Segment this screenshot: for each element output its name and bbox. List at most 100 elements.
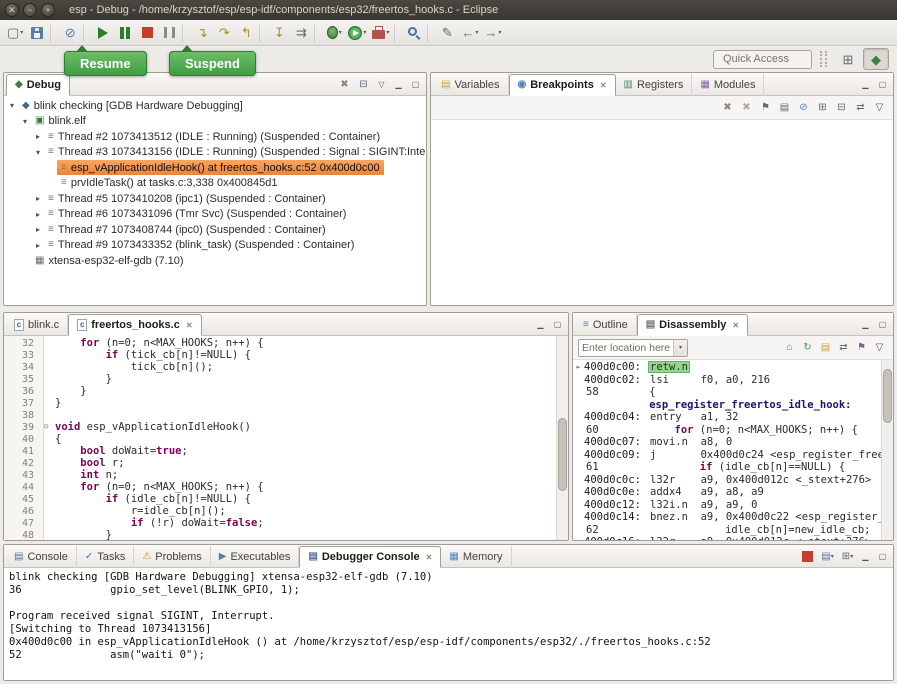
code-line[interactable]: 45 if (idle_cb[n]!=NULL) { [4, 493, 568, 505]
tree-expander-icon[interactable]: ▾ [6, 101, 18, 110]
back-button[interactable]: ← ▾ [458, 22, 481, 44]
disassembly-scrollbar-thumb[interactable] [883, 369, 892, 423]
close-button[interactable]: ✕ [5, 3, 19, 17]
dropdown-arrow-icon[interactable]: ▾ [20, 29, 23, 36]
minimize-panel-button[interactable]: ▁ [858, 549, 873, 564]
debug-tree-row[interactable]: ▾ ◆ blink checking [GDB Hardware Debuggi… [4, 98, 426, 114]
disassembly-row[interactable]: ► 400d0c00: retw.n [573, 361, 893, 374]
view-tab[interactable]: ✓ Tasks ✕ [77, 546, 135, 568]
step-into-button[interactable]: ↴ ▾ [191, 22, 213, 44]
debug-tree-row[interactable]: ▾ ▣ blink.elf [4, 114, 426, 130]
close-tab-icon[interactable]: ✕ [426, 553, 433, 562]
disassembly-row[interactable]: 400d0c07: movi.n a8, 0 [573, 436, 893, 449]
view-tab[interactable]: ▤ Disassembly ✕ [637, 314, 748, 336]
code-line[interactable]: 33 if (tick_cb[n]!=NULL) { [4, 349, 568, 361]
code-line[interactable]: 48 } [4, 529, 568, 540]
code-line[interactable]: 35 } [4, 373, 568, 385]
debug-button[interactable]: ▾ [323, 22, 345, 44]
show-source-button[interactable]: ▤ [817, 339, 834, 356]
maximize-panel-button[interactable]: ▢ [875, 317, 890, 332]
maximize-panel-button[interactable]: ▢ [875, 549, 890, 564]
close-tab-icon[interactable]: ✕ [600, 81, 607, 90]
tree-expander-icon[interactable]: ▸ [32, 132, 44, 141]
new-wizard-button[interactable]: ▢ ▾ [4, 22, 26, 44]
debug-tree-row[interactable]: ▾ ≡ Thread #3 1073413156 (IDLE : Running… [4, 145, 426, 161]
fold-open-icon[interactable]: ⊖ [40, 422, 52, 432]
console-output[interactable]: blink checking [GDB Hardware Debugging] … [4, 568, 893, 680]
disassembly-row[interactable]: 400d0c09: j 0x400d0c24 <esp_register_fre… [573, 449, 893, 462]
collapse-all-button[interactable]: ⊟ [355, 76, 372, 93]
view-tab[interactable]: ▦ Memory ✕ [441, 546, 511, 568]
external-tools-button[interactable]: ▾ [369, 22, 392, 44]
step-over-button[interactable]: ↷ ▾ [213, 22, 235, 44]
terminate-button[interactable]: ▾ [136, 22, 158, 44]
tree-expander-icon[interactable]: ▸ [32, 241, 44, 250]
tree-expander-icon[interactable]: ▾ [32, 148, 44, 157]
code-line[interactable]: 32 for (n=0; n<MAX_HOOKS; n++) { [4, 337, 568, 349]
disassembly-content[interactable]: ► 400d0c00: retw.n 400d0c02: lsi f0, a0,… [573, 360, 893, 540]
code-line[interactable]: 37 } [4, 397, 568, 409]
editor-scrollbar-thumb[interactable] [558, 418, 567, 491]
resume-button[interactable]: ▾ [92, 22, 114, 44]
dropdown-arrow-icon[interactable]: ▾ [386, 29, 389, 36]
perspective-bar-handle[interactable] [820, 51, 827, 67]
code-line[interactable]: 39 ⊖ void esp_vApplicationIdleHook() [4, 421, 568, 433]
code-line[interactable]: 40 { [4, 433, 568, 445]
drop-to-frame-button[interactable]: ↧ ▾ [268, 22, 290, 44]
instruction-stepping-button[interactable]: ⇉ ▾ [290, 22, 312, 44]
view-tab[interactable]: ◆ Debug ✕ [6, 74, 70, 96]
editor-scrollbar[interactable] [556, 336, 568, 540]
disassembly-row[interactable]: 400d0c04: entry a1, 32 [573, 411, 893, 424]
debug-tree-row[interactable]: ≡ esp_vApplicationIdleHook() at freertos… [4, 160, 426, 176]
display-selected-console-button[interactable]: ▤ ▾ [819, 548, 836, 565]
view-tab[interactable]: ▥ Registers ✕ [616, 74, 693, 96]
pin-button[interactable]: ⚑ [853, 339, 870, 356]
code-line[interactable]: 42 bool r; [4, 457, 568, 469]
view-tab[interactable]: ▤ Variables ✕ [433, 74, 509, 96]
maximize-panel-button[interactable]: ▢ [875, 77, 890, 92]
view-tab[interactable]: ⚠ Problems ✕ [134, 546, 210, 568]
debug-tree-row[interactable]: ▸ ≡ Thread #9 1073433352 (blink_task) (S… [4, 238, 426, 254]
disconnect-button[interactable]: ▾ [158, 22, 180, 44]
code-editor[interactable]: 32 for (n=0; n<MAX_HOOKS; n++) { 33 if (… [4, 336, 568, 540]
expand-all-button[interactable]: ⊞ [814, 99, 831, 116]
show-breakpoints-supported-button[interactable]: ⚑ [757, 99, 774, 116]
dropdown-arrow-icon[interactable]: ▾ [339, 29, 342, 36]
debug-tree-row[interactable]: ▸ ≡ Thread #7 1073408744 (ipc0) (Suspend… [4, 222, 426, 238]
code-line[interactable]: 46 r=idle_cb[n](); [4, 505, 568, 517]
dropdown-arrow-icon[interactable]: ▾ [363, 29, 366, 36]
minimize-panel-button[interactable]: ▁ [858, 77, 873, 92]
view-tab[interactable]: ▤ Debugger Console ✕ [299, 546, 441, 568]
disassembly-row[interactable]: 400d0c0e: addx4 a9, a8, a9 [573, 486, 893, 499]
sync-context-button[interactable]: ⇄ [835, 339, 852, 356]
maximize-button[interactable]: + [41, 3, 55, 17]
maximize-panel-button[interactable]: ▢ [550, 317, 565, 332]
step-return-button[interactable]: ↰ ▾ [235, 22, 257, 44]
code-line[interactable]: 43 int n; [4, 469, 568, 481]
tree-expander-icon[interactable]: ▸ [32, 225, 44, 234]
tree-expander-icon[interactable]: ▸ [32, 194, 44, 203]
open-perspective-button[interactable]: ⊞ [835, 48, 861, 70]
disassembly-row[interactable]: 400d0c16: l32r a9, 0x400d012c <_stext+27… [573, 536, 893, 540]
tree-expander-icon[interactable]: ▸ [32, 210, 44, 219]
view-tab[interactable]: ▤ Console ✕ [6, 546, 77, 568]
code-line[interactable]: 44 for (n=0; n<MAX_HOOKS; n++) { [4, 481, 568, 493]
collapse-all-button[interactable]: ⊟ [833, 99, 850, 116]
skip-all-breakpoints-button[interactable]: ⊘ [795, 99, 812, 116]
code-line[interactable]: 41 bool doWait=true; [4, 445, 568, 457]
disassembly-row[interactable]: 400d0c0c: l32r a9, 0x400d012c <_stext+27… [573, 474, 893, 487]
code-line[interactable]: 38 [4, 409, 568, 421]
disassembly-row[interactable]: 400d0c02: lsi f0, a0, 216 [573, 374, 893, 387]
disassembly-row[interactable]: esp_register_freertos_idle_hook: [573, 399, 893, 412]
link-with-debug-view-button[interactable]: ⇄ [852, 99, 869, 116]
disassembly-row[interactable]: 62 idle_cb[n]=new_idle_cb; [573, 524, 893, 537]
debug-tree-row[interactable]: ≡ prvIdleTask() at tasks.c:3,338 0x40084… [4, 176, 426, 192]
dropdown-arrow-icon[interactable]: ▾ [831, 553, 834, 560]
remove-all-breakpoints-button[interactable]: ✖ [738, 99, 755, 116]
view-tab[interactable]: ▶ Executables ✕ [211, 546, 300, 568]
view-tab[interactable]: ≡ Outline ✕ [575, 314, 637, 336]
disassembly-row[interactable]: 60 for (n=0; n<MAX_HOOKS; n++) { [573, 424, 893, 437]
remove-all-terminated-button[interactable]: ✖ [336, 76, 353, 93]
location-input[interactable] [579, 342, 673, 354]
forward-button[interactable]: → ▾ [481, 22, 504, 44]
